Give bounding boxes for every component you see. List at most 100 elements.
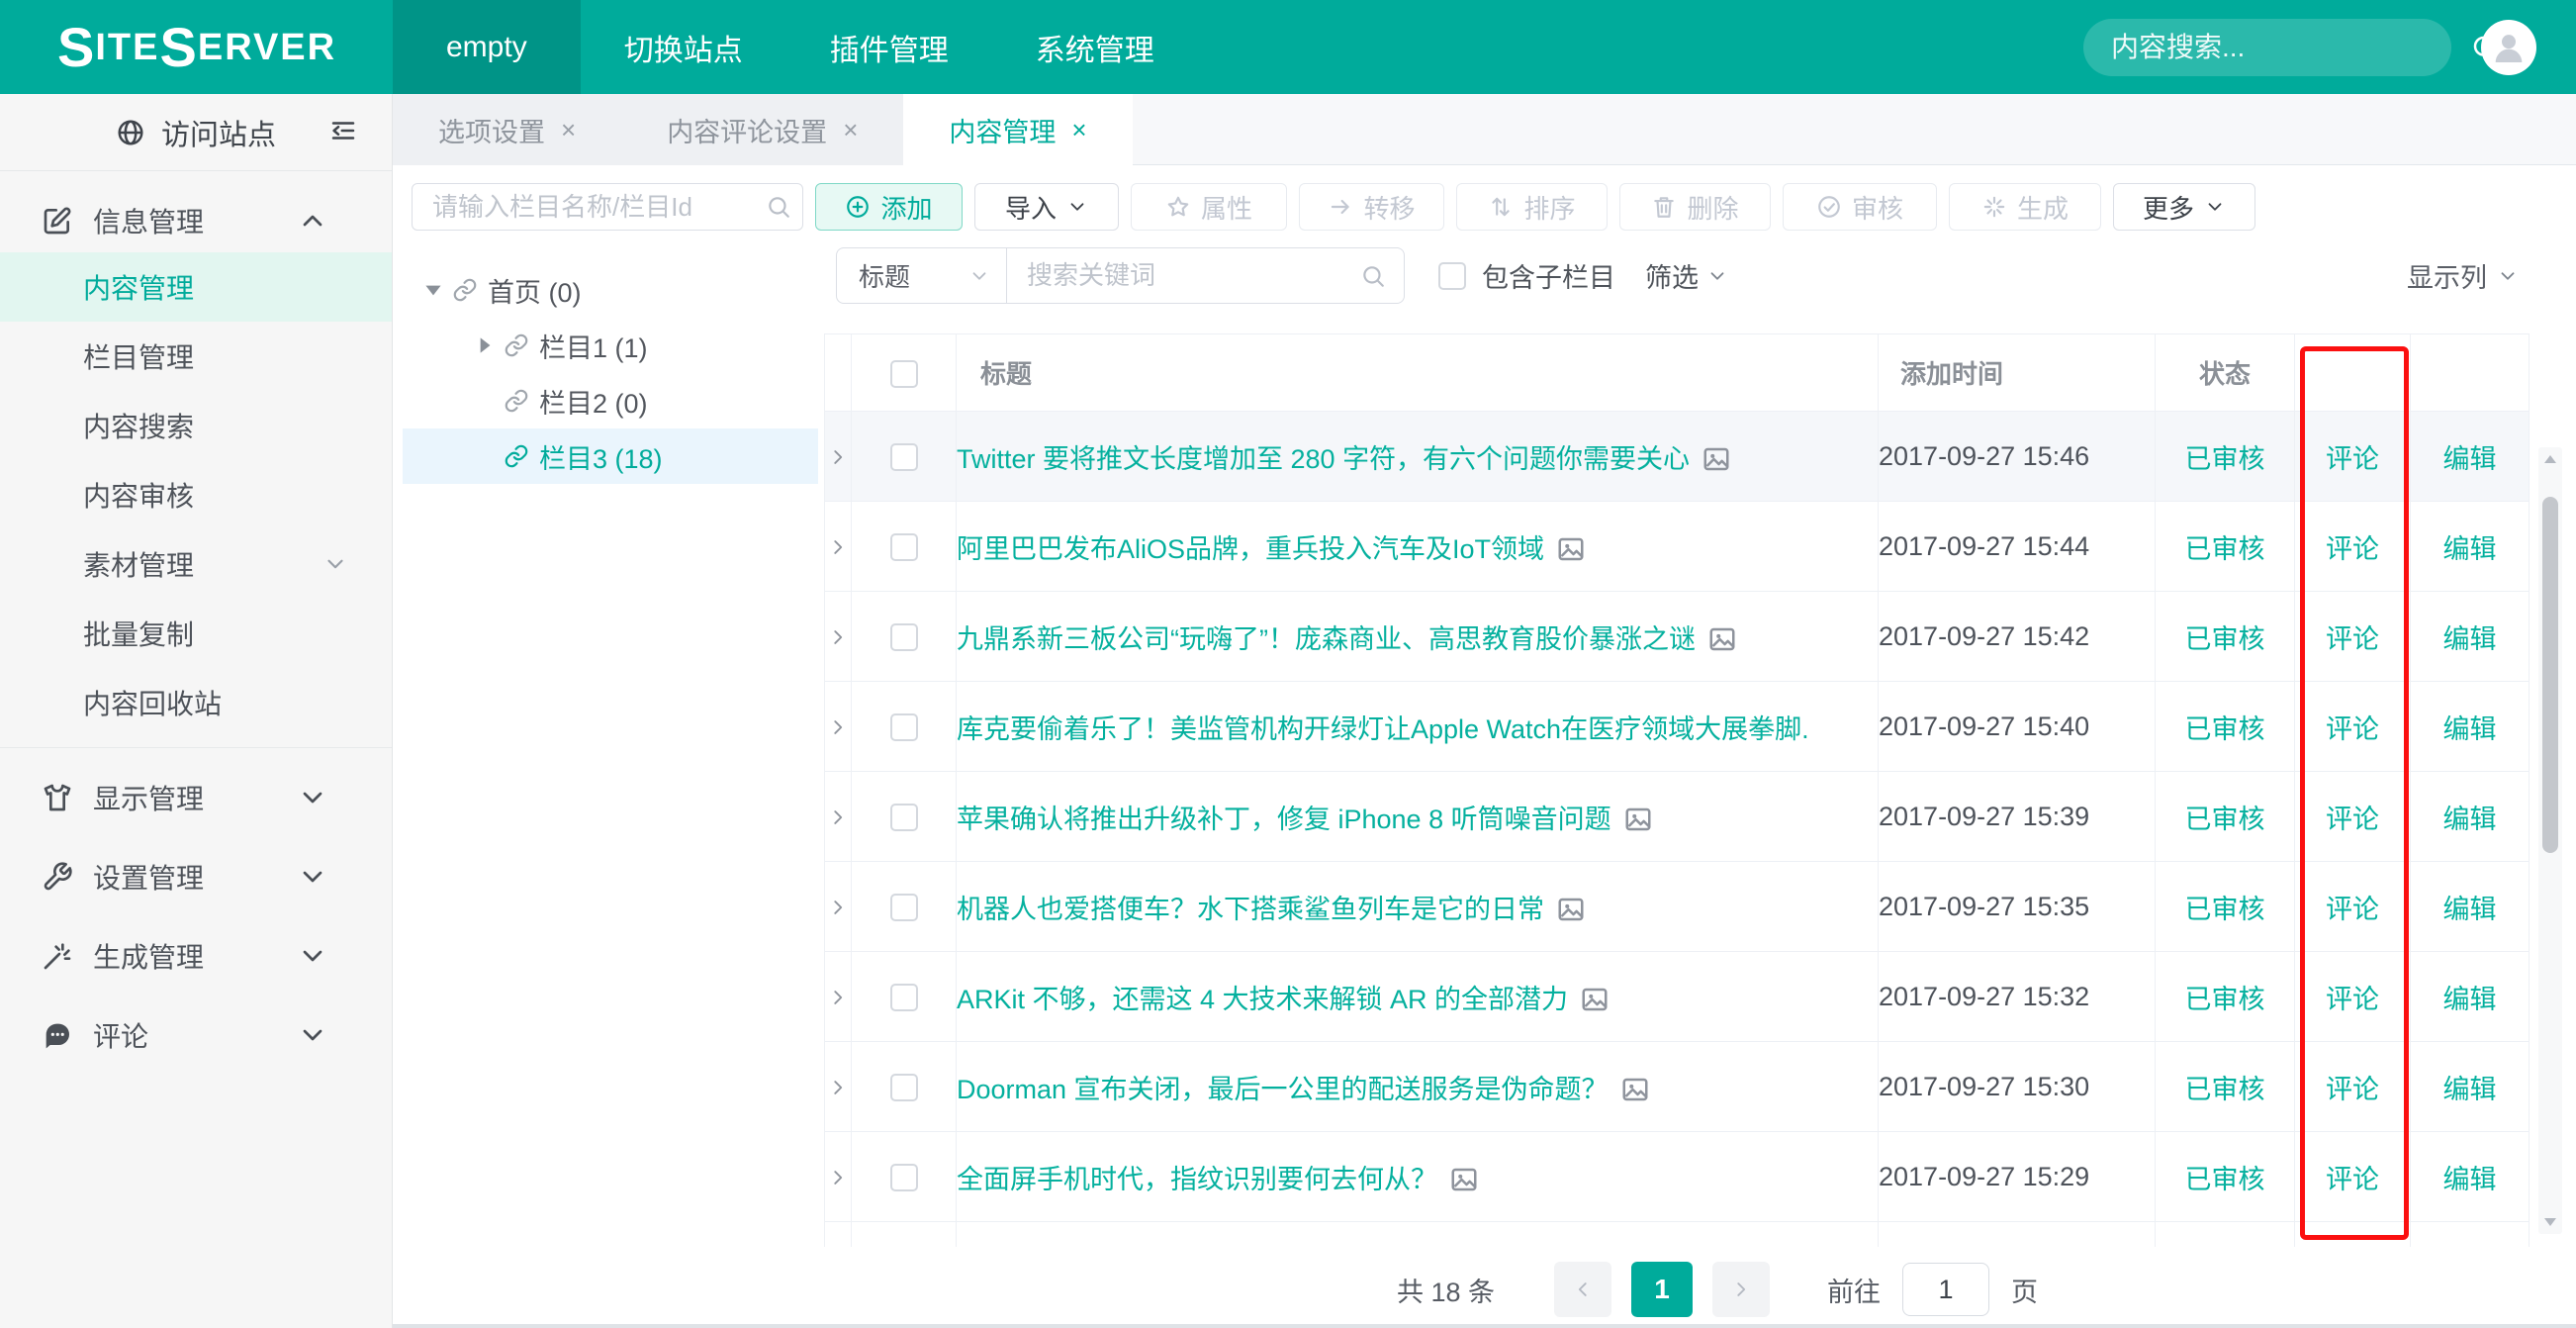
scrollbar-thumb[interactable] xyxy=(2542,497,2558,853)
tree-node-首页 (0)[interactable]: 首页 (0) xyxy=(403,262,818,318)
channel-search-box[interactable] xyxy=(412,183,803,231)
tab-close-icon[interactable]: × xyxy=(1071,115,1086,145)
edit-link[interactable]: 编辑 xyxy=(2443,985,2497,1014)
topnav-item-2[interactable]: 插件管理 xyxy=(786,0,992,94)
sidebar-item-生成管理[interactable]: 生成管理 xyxy=(0,916,392,996)
sidebar-item-素材管理[interactable]: 素材管理 xyxy=(0,529,392,599)
tree-node-栏目3 (18)[interactable]: 栏目3 (18) xyxy=(403,428,818,484)
edit-link[interactable]: 编辑 xyxy=(2443,714,2497,744)
edit-link[interactable]: 编辑 xyxy=(2443,805,2497,834)
content-search-input[interactable] xyxy=(2109,31,2470,64)
sidebar: 访问站点 信息管理内容管理栏目管理内容搜索内容审核素材管理批量复制内容回收站显示… xyxy=(0,94,393,1328)
edit-link[interactable]: 编辑 xyxy=(2443,895,2497,924)
display-columns-toggle[interactable]: 显示列 xyxy=(2407,247,2519,304)
edit-link[interactable]: 编辑 xyxy=(2443,1165,2497,1194)
sidebar-item-显示管理[interactable]: 显示管理 xyxy=(0,758,392,837)
filter-toggle[interactable]: 筛选 xyxy=(1645,256,1728,295)
tree-node-栏目2 (0)[interactable]: 栏目2 (0) xyxy=(403,373,818,428)
导入-button[interactable]: 导入 xyxy=(974,183,1119,231)
search-icon[interactable] xyxy=(766,194,791,220)
scroll-down-arrow-icon[interactable] xyxy=(2538,1208,2562,1234)
row-expand-icon[interactable] xyxy=(827,806,849,828)
tab-close-icon[interactable]: × xyxy=(843,115,858,145)
tab-close-icon[interactable]: × xyxy=(561,115,576,145)
current-page-button[interactable]: 1 xyxy=(1631,1262,1693,1317)
vertical-scrollbar[interactable] xyxy=(2538,447,2562,1234)
comment-icon xyxy=(42,1019,73,1051)
tree-expander-icon[interactable] xyxy=(420,277,446,303)
edit-cell: 编辑 xyxy=(2411,772,2530,862)
content-title-link[interactable]: ARKit 不够，还需这 4 大技术来解锁 AR 的全部潜力 xyxy=(957,985,1568,1014)
content-title-link[interactable]: 苹果确认将推出升级补丁，修复 iPhone 8 听筒噪音问题 xyxy=(957,805,1611,834)
tab-选项设置[interactable]: 选项设置× xyxy=(393,94,621,165)
content-title-link[interactable]: 阿里巴巴发布AliOS品牌，重兵投入汽车及IoT领域 xyxy=(957,534,1544,564)
row-checkbox[interactable] xyxy=(890,804,918,831)
topnav-item-current-site[interactable]: empty xyxy=(393,0,581,94)
row-expand-icon[interactable] xyxy=(827,716,849,738)
visit-site-link[interactable]: 访问站点 xyxy=(161,112,276,153)
sidebar-item-信息管理[interactable]: 信息管理 xyxy=(0,189,392,252)
row-checkbox[interactable] xyxy=(890,623,918,651)
sidebar-item-内容审核[interactable]: 内容审核 xyxy=(0,460,392,529)
row-expand-icon[interactable] xyxy=(827,987,849,1008)
goto-page-input[interactable] xyxy=(1902,1263,1989,1316)
tab-内容管理[interactable]: 内容管理× xyxy=(903,94,1132,166)
topnav-item-1[interactable]: 切换站点 xyxy=(581,0,786,94)
content-title-link[interactable]: 机器人也爱搭便车？水下搭乘鲨鱼列车是它的日常 xyxy=(957,895,1544,924)
row-checkbox[interactable] xyxy=(890,713,918,741)
sidebar-item-内容回收站[interactable]: 内容回收站 xyxy=(0,668,392,737)
content-search-box[interactable] xyxy=(2083,19,2451,76)
row-checkbox[interactable] xyxy=(890,984,918,1011)
row-expand-icon[interactable] xyxy=(827,1167,849,1188)
row-checkbox[interactable] xyxy=(890,1074,918,1101)
tab-内容评论设置[interactable]: 内容评论设置× xyxy=(621,94,903,165)
search-icon[interactable] xyxy=(1360,263,1386,289)
checkbox-cell xyxy=(852,1132,957,1222)
edit-link[interactable]: 编辑 xyxy=(2443,534,2497,564)
row-checkbox[interactable] xyxy=(890,894,918,921)
sidebar-item-批量复制[interactable]: 批量复制 xyxy=(0,599,392,668)
avatar[interactable] xyxy=(2481,20,2536,75)
sidebar-collapse-icon[interactable] xyxy=(328,116,358,145)
row-checkbox[interactable] xyxy=(890,443,918,471)
tree-node-栏目1 (1)[interactable]: 栏目1 (1) xyxy=(403,318,818,373)
sidebar-item-设置管理[interactable]: 设置管理 xyxy=(0,837,392,916)
topnav-item-label: 系统管理 xyxy=(1036,26,1154,69)
keyword-input[interactable] xyxy=(1025,259,1360,292)
expand-cell xyxy=(825,1042,852,1132)
siteserver-logo[interactable]: SITESERVER xyxy=(0,0,393,94)
sidebar-item-评论[interactable]: 评论 xyxy=(0,996,392,1075)
content-title-link[interactable]: 九鼎系新三板公司“玩嗨了”！庞森商业、高思教育股价暴涨之谜 xyxy=(957,624,1696,654)
row-expand-icon[interactable] xyxy=(827,626,849,648)
content-title-link[interactable]: Doorman 宣布关闭，最后一公里的配送服务是伪命题？ xyxy=(957,1075,1609,1104)
next-page-button[interactable] xyxy=(1712,1262,1770,1317)
更多-button[interactable]: 更多 xyxy=(2113,183,2255,231)
channel-search-input[interactable] xyxy=(430,191,766,224)
sidebar-item-内容管理[interactable]: 内容管理 xyxy=(0,252,392,322)
content-title-link[interactable]: 全面屏手机时代，指纹识别要何去何从？ xyxy=(957,1165,1437,1194)
row-expand-icon[interactable] xyxy=(827,1077,849,1098)
edit-link[interactable]: 编辑 xyxy=(2443,1075,2497,1104)
content-title-link[interactable]: Twitter 要将推文长度增加至 280 字符，有六个问题你需要关心 xyxy=(957,444,1690,474)
content-title-link[interactable]: 库克要偷着乐了！美监管机构开绿灯让Apple Watch在医疗领域大展拳脚. xyxy=(957,714,1809,744)
select-all-checkbox[interactable] xyxy=(890,360,918,388)
tree-expander-icon[interactable] xyxy=(472,332,498,358)
edit-link[interactable]: 编辑 xyxy=(2443,444,2497,474)
link-icon xyxy=(452,277,478,303)
sidebar-item-栏目管理[interactable]: 栏目管理 xyxy=(0,322,392,391)
sidebar-item-内容搜索[interactable]: 内容搜索 xyxy=(0,391,392,460)
top-bar: SITESERVER empty 切换站点插件管理 系统管理 xyxy=(0,0,2576,94)
include-children-checkbox[interactable] xyxy=(1438,262,1466,290)
row-checkbox[interactable] xyxy=(890,1164,918,1191)
row-expand-icon[interactable] xyxy=(827,536,849,558)
search-field-select[interactable]: 标题 xyxy=(837,248,1007,303)
添加-button[interactable]: 添加 xyxy=(815,183,963,231)
prev-page-button[interactable] xyxy=(1554,1262,1611,1317)
edit-link[interactable]: 编辑 xyxy=(2443,624,2497,654)
row-expand-icon[interactable] xyxy=(827,897,849,918)
checkbox-cell xyxy=(852,502,957,592)
row-checkbox[interactable] xyxy=(890,533,918,561)
topnav-item-3[interactable]: 系统管理 xyxy=(992,0,1198,94)
row-expand-icon[interactable] xyxy=(827,446,849,468)
scroll-up-arrow-icon[interactable] xyxy=(2538,447,2562,473)
